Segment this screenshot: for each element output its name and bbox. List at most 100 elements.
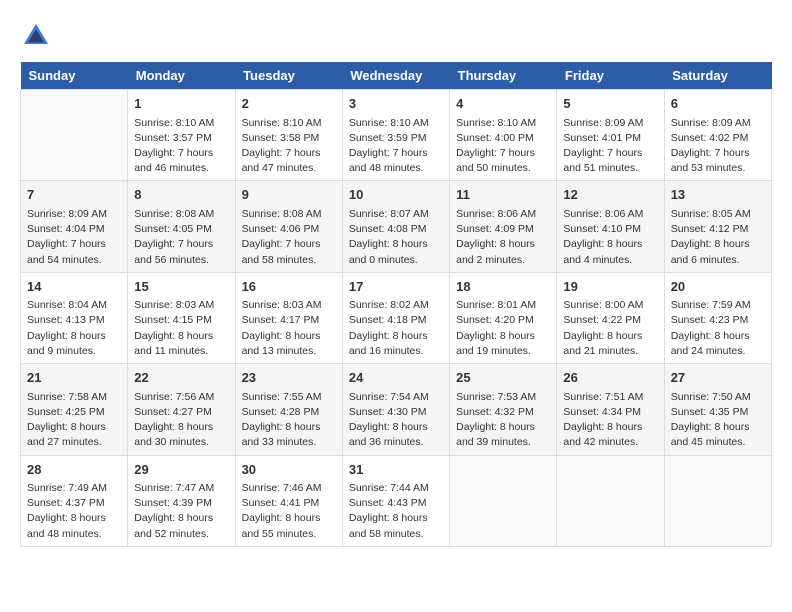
daylight-label: Daylight: 8 hours and 52 minutes. [134, 512, 213, 539]
calendar-cell [664, 455, 771, 546]
day-info: Sunrise: 8:04 AMSunset: 4:13 PMDaylight:… [27, 298, 121, 359]
day-number: 11 [456, 185, 550, 205]
daylight-label: Daylight: 8 hours and 13 minutes. [242, 330, 321, 357]
day-info: Sunrise: 8:10 AMSunset: 3:58 PMDaylight:… [242, 116, 336, 177]
daylight-label: Daylight: 8 hours and 45 minutes. [671, 421, 750, 448]
day-number: 22 [134, 368, 228, 388]
day-info: Sunrise: 8:01 AMSunset: 4:20 PMDaylight:… [456, 298, 550, 359]
daylight-label: Daylight: 8 hours and 48 minutes. [27, 512, 106, 539]
calendar-cell: 12Sunrise: 8:06 AMSunset: 4:10 PMDayligh… [557, 181, 664, 272]
daylight-label: Daylight: 7 hours and 47 minutes. [242, 147, 321, 174]
daylight-label: Daylight: 8 hours and 24 minutes. [671, 330, 750, 357]
day-number: 13 [671, 185, 765, 205]
sunset-label: Sunset: 3:59 PM [349, 132, 427, 144]
day-info: Sunrise: 8:06 AMSunset: 4:10 PMDaylight:… [563, 207, 657, 268]
calendar-cell: 27 Sunrise: 7:50 AM Sunset: 4:35 PM Dayligh… [664, 364, 771, 455]
sunrise-label: Sunrise: 8:10 AM [242, 117, 322, 129]
sunset-label: Sunset: 4:00 PM [456, 132, 534, 144]
daylight-label: Daylight: 8 hours and 30 minutes. [134, 421, 213, 448]
calendar-cell [21, 90, 128, 181]
sunrise-label: Sunrise: 8:09 AM [27, 208, 107, 220]
day-number: 29 [134, 460, 228, 480]
sunset-label: Sunset: 4:39 PM [134, 497, 212, 509]
sunset-label: Sunset: 4:35 PM [671, 406, 749, 418]
daylight-label: Daylight: 8 hours and 36 minutes. [349, 421, 428, 448]
sunset-label: Sunset: 4:30 PM [349, 406, 427, 418]
day-number: 12 [563, 185, 657, 205]
day-number: 10 [349, 185, 443, 205]
day-number: 23 [242, 368, 336, 388]
sunset-label: Sunset: 4:18 PM [349, 314, 427, 326]
day-info: Sunrise: 7:55 AMSunset: 4:28 PMDaylight:… [242, 390, 336, 451]
day-number: 25 [456, 368, 550, 388]
day-info: Sunrise: 7:49 AMSunset: 4:37 PMDaylight:… [27, 481, 121, 542]
header-day-wednesday: Wednesday [342, 62, 449, 90]
sunrise-label: Sunrise: 8:09 AM [671, 117, 751, 129]
daylight-label: Daylight: 8 hours and 2 minutes. [456, 238, 535, 265]
sunrise-label: Sunrise: 8:00 AM [563, 299, 643, 311]
daylight-label: Daylight: 7 hours and 56 minutes. [134, 238, 213, 265]
calendar-week-row: 14Sunrise: 8:04 AMSunset: 4:13 PMDayligh… [21, 272, 772, 363]
calendar-table: SundayMondayTuesdayWednesdayThursdayFrid… [20, 62, 772, 547]
sunrise-label: Sunrise: 8:06 AM [456, 208, 536, 220]
sunrise-label: Sunrise: 7:54 AM [349, 391, 429, 403]
sunrise-label: Sunrise: 8:04 AM [27, 299, 107, 311]
day-number: 7 [27, 185, 121, 205]
page-header [20, 20, 772, 52]
calendar-cell: 31Sunrise: 7:44 AMSunset: 4:43 PMDayligh… [342, 455, 449, 546]
sunrise-label: Sunrise: 8:10 AM [456, 117, 536, 129]
daylight-label: Daylight: 7 hours and 54 minutes. [27, 238, 106, 265]
daylight-label: Daylight: 8 hours and 39 minutes. [456, 421, 535, 448]
calendar-cell: 21Sunrise: 7:58 AMSunset: 4:25 PMDayligh… [21, 364, 128, 455]
calendar-cell: 25Sunrise: 7:53 AMSunset: 4:32 PMDayligh… [450, 364, 557, 455]
sunset-label: Sunset: 4:09 PM [456, 223, 534, 235]
sunrise-label: Sunrise: 8:10 AM [349, 117, 429, 129]
day-number: 6 [671, 94, 765, 114]
calendar-cell: 3 Sunrise: 8:10 AM Sunset: 3:59 PM Daylight… [342, 90, 449, 181]
sunrise-label: Sunrise: 7:47 AM [134, 482, 214, 494]
daylight-label: Daylight: 7 hours and 58 minutes. [242, 238, 321, 265]
day-number: 16 [242, 277, 336, 297]
day-number: 14 [27, 277, 121, 297]
sunset-label: Sunset: 4:10 PM [563, 223, 641, 235]
day-number: 3 [349, 94, 443, 114]
sunset-label: Sunset: 3:57 PM [134, 132, 212, 144]
day-info: Sunrise: 8:10 AMSunset: 3:57 PMDaylight:… [134, 116, 228, 177]
calendar-header-row: SundayMondayTuesdayWednesdayThursdayFrid… [21, 62, 772, 90]
day-info: Sunrise: 8:09 AMSunset: 4:01 PMDaylight:… [563, 116, 657, 177]
day-info: Sunrise: 7:53 AMSunset: 4:32 PMDaylight:… [456, 390, 550, 451]
day-info: Sunrise: 8:10 AMSunset: 4:00 PMDaylight:… [456, 116, 550, 177]
header-day-friday: Friday [557, 62, 664, 90]
sunset-label: Sunset: 4:12 PM [671, 223, 749, 235]
sunrise-label: Sunrise: 8:01 AM [456, 299, 536, 311]
sunset-label: Sunset: 4:08 PM [349, 223, 427, 235]
calendar-cell: 2Sunrise: 8:10 AMSunset: 3:58 PMDaylight… [235, 90, 342, 181]
sunrise-label: Sunrise: 7:59 AM [671, 299, 751, 311]
day-info: Sunrise: 7:46 AMSunset: 4:41 PMDaylight:… [242, 481, 336, 542]
sunrise-label: Sunrise: 8:10 AM [134, 117, 214, 129]
header-day-sunday: Sunday [21, 62, 128, 90]
daylight-label: Daylight: 8 hours and 6 minutes. [671, 238, 750, 265]
day-number: 21 [27, 368, 121, 388]
daylight-label: Daylight: 7 hours and 48 minutes. [349, 147, 428, 174]
header-day-thursday: Thursday [450, 62, 557, 90]
daylight-label: Daylight: 8 hours and 58 minutes. [349, 512, 428, 539]
calendar-cell: 14Sunrise: 8:04 AMSunset: 4:13 PMDayligh… [21, 272, 128, 363]
day-number: 17 [349, 277, 443, 297]
sunset-label: Sunset: 4:41 PM [242, 497, 320, 509]
day-info: Sunrise: 7:56 AMSunset: 4:27 PMDaylight:… [134, 390, 228, 451]
day-info: Sunrise: 7:51 AMSunset: 4:34 PMDaylight:… [563, 390, 657, 451]
calendar-cell: 23Sunrise: 7:55 AMSunset: 4:28 PMDayligh… [235, 364, 342, 455]
sunrise-label: Sunrise: 8:05 AM [671, 208, 751, 220]
day-number: 30 [242, 460, 336, 480]
sunrise-label: Sunrise: 8:03 AM [134, 299, 214, 311]
day-number: 19 [563, 277, 657, 297]
calendar-cell: 28Sunrise: 7:49 AMSunset: 4:37 PMDayligh… [21, 455, 128, 546]
day-number: 28 [27, 460, 121, 480]
daylight-label: Daylight: 8 hours and 55 minutes. [242, 512, 321, 539]
sunrise-label: Sunrise: 7:50 AM [671, 391, 751, 403]
calendar-cell: 20Sunrise: 7:59 AMSunset: 4:23 PMDayligh… [664, 272, 771, 363]
day-info: Sunrise: 7:54 AM Sunset: 4:30 PM Daylight:… [349, 390, 443, 451]
daylight-label: Daylight: 8 hours and 9 minutes. [27, 330, 106, 357]
day-number: 27 [671, 368, 765, 388]
